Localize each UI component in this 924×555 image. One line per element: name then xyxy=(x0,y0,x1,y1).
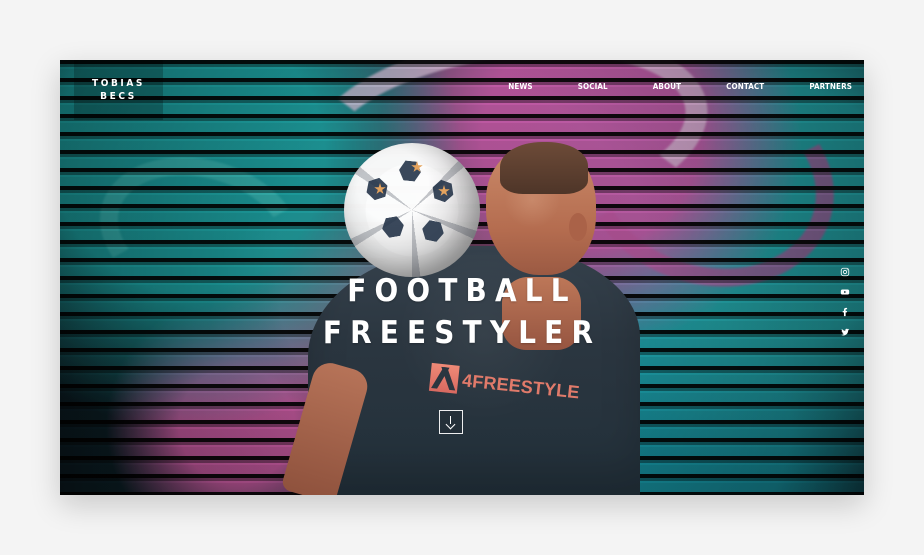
facebook-icon[interactable] xyxy=(840,307,850,317)
brand-mark-icon xyxy=(428,362,460,394)
brand-line-2: BECS xyxy=(100,91,137,102)
instagram-icon[interactable] xyxy=(840,267,850,277)
neck xyxy=(502,277,581,350)
ear xyxy=(569,213,587,241)
ball-panel xyxy=(420,219,446,243)
nav-news[interactable]: NEWS xyxy=(508,82,532,91)
nav-about[interactable]: ABOUT xyxy=(653,82,681,91)
hair xyxy=(500,142,588,194)
nav-social[interactable]: SOCIAL xyxy=(578,82,608,91)
ball-panel xyxy=(398,160,422,182)
youtube-icon[interactable] xyxy=(840,287,850,297)
social-icons xyxy=(840,267,850,337)
main-nav: NEWS SOCIAL ABOUT CONTACT PARTNERS xyxy=(463,82,852,91)
hero-frame: TOBIAS BECS NEWS SOCIAL ABOUT CONTACT PA… xyxy=(60,60,864,495)
arrow-down-icon xyxy=(446,416,456,428)
site-logo[interactable]: TOBIAS BECS xyxy=(74,60,163,120)
scroll-down-button[interactable] xyxy=(439,410,463,434)
nav-partners[interactable]: PARTNERS xyxy=(809,82,852,91)
nav-contact[interactable]: CONTACT xyxy=(726,82,764,91)
twitter-icon[interactable] xyxy=(840,327,850,337)
football xyxy=(344,143,480,277)
shirt-text: 4FREESTYLE xyxy=(461,369,581,402)
brand-line-1: TOBIAS xyxy=(91,77,146,89)
ball-panel xyxy=(380,215,405,239)
